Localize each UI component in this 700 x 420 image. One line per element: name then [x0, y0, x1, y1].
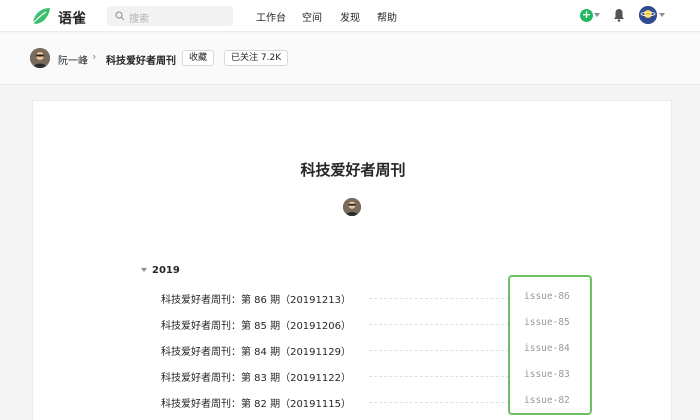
dashed-divider	[369, 376, 509, 377]
follow-count: 7.2K	[260, 53, 282, 63]
issue-title[interactable]: 科技爱好者周刊：第 86 期（20191213）	[161, 291, 351, 306]
user-avatar[interactable]	[639, 6, 657, 24]
dashed-divider	[369, 298, 509, 299]
top-navbar: 语雀 搜索 工作台 空间 发现 帮助 +	[0, 0, 700, 32]
nav-workbench[interactable]: 工作台	[256, 9, 286, 24]
book-title: 科技爱好者周刊	[300, 161, 406, 179]
nav-discover[interactable]: 发现	[340, 9, 360, 24]
breadcrumb: 阮一峰 › 科技爱好者周刊 收藏 已关注 7.2K	[0, 33, 700, 85]
chevron-down-icon[interactable]	[594, 13, 600, 17]
brand-name[interactable]: 语雀	[58, 8, 86, 28]
breadcrumb-book[interactable]: 科技爱好者周刊	[106, 52, 176, 67]
breadcrumb-user[interactable]: 阮一峰	[58, 52, 88, 67]
yuque-logo-icon[interactable]	[30, 5, 52, 27]
issue-title[interactable]: 科技爱好者周刊：第 83 期（20191122）	[161, 369, 351, 384]
issue-title[interactable]: 科技爱好者周刊：第 82 期（20191115）	[161, 395, 351, 410]
author-avatar[interactable]	[30, 48, 50, 68]
follow-label: 已关注	[231, 53, 259, 63]
search-icon	[115, 11, 125, 21]
slug-highlight-box	[508, 275, 592, 415]
issue-title[interactable]: 科技爱好者周刊：第 84 期（20191129）	[161, 343, 351, 358]
collapse-caret-icon[interactable]	[141, 268, 147, 272]
search-placeholder: 搜索	[129, 14, 149, 25]
search-input[interactable]: 搜索	[107, 6, 233, 26]
chevron-right-icon: ›	[92, 50, 97, 63]
book-avatar[interactable]	[343, 198, 361, 216]
create-button[interactable]: +	[580, 9, 593, 22]
nav-help[interactable]: 帮助	[377, 9, 397, 24]
dashed-divider	[369, 324, 509, 325]
bell-icon[interactable]	[613, 8, 625, 22]
chevron-down-icon[interactable]	[659, 13, 665, 17]
dashed-divider	[369, 402, 509, 403]
follow-button[interactable]: 已关注 7.2K	[224, 50, 289, 66]
year-heading[interactable]: 2019	[152, 265, 180, 276]
issue-title[interactable]: 科技爱好者周刊：第 85 期（20191206）	[161, 317, 351, 332]
collect-button[interactable]: 收藏	[182, 50, 215, 66]
dashed-divider	[369, 350, 509, 351]
nav-space[interactable]: 空间	[302, 9, 322, 24]
